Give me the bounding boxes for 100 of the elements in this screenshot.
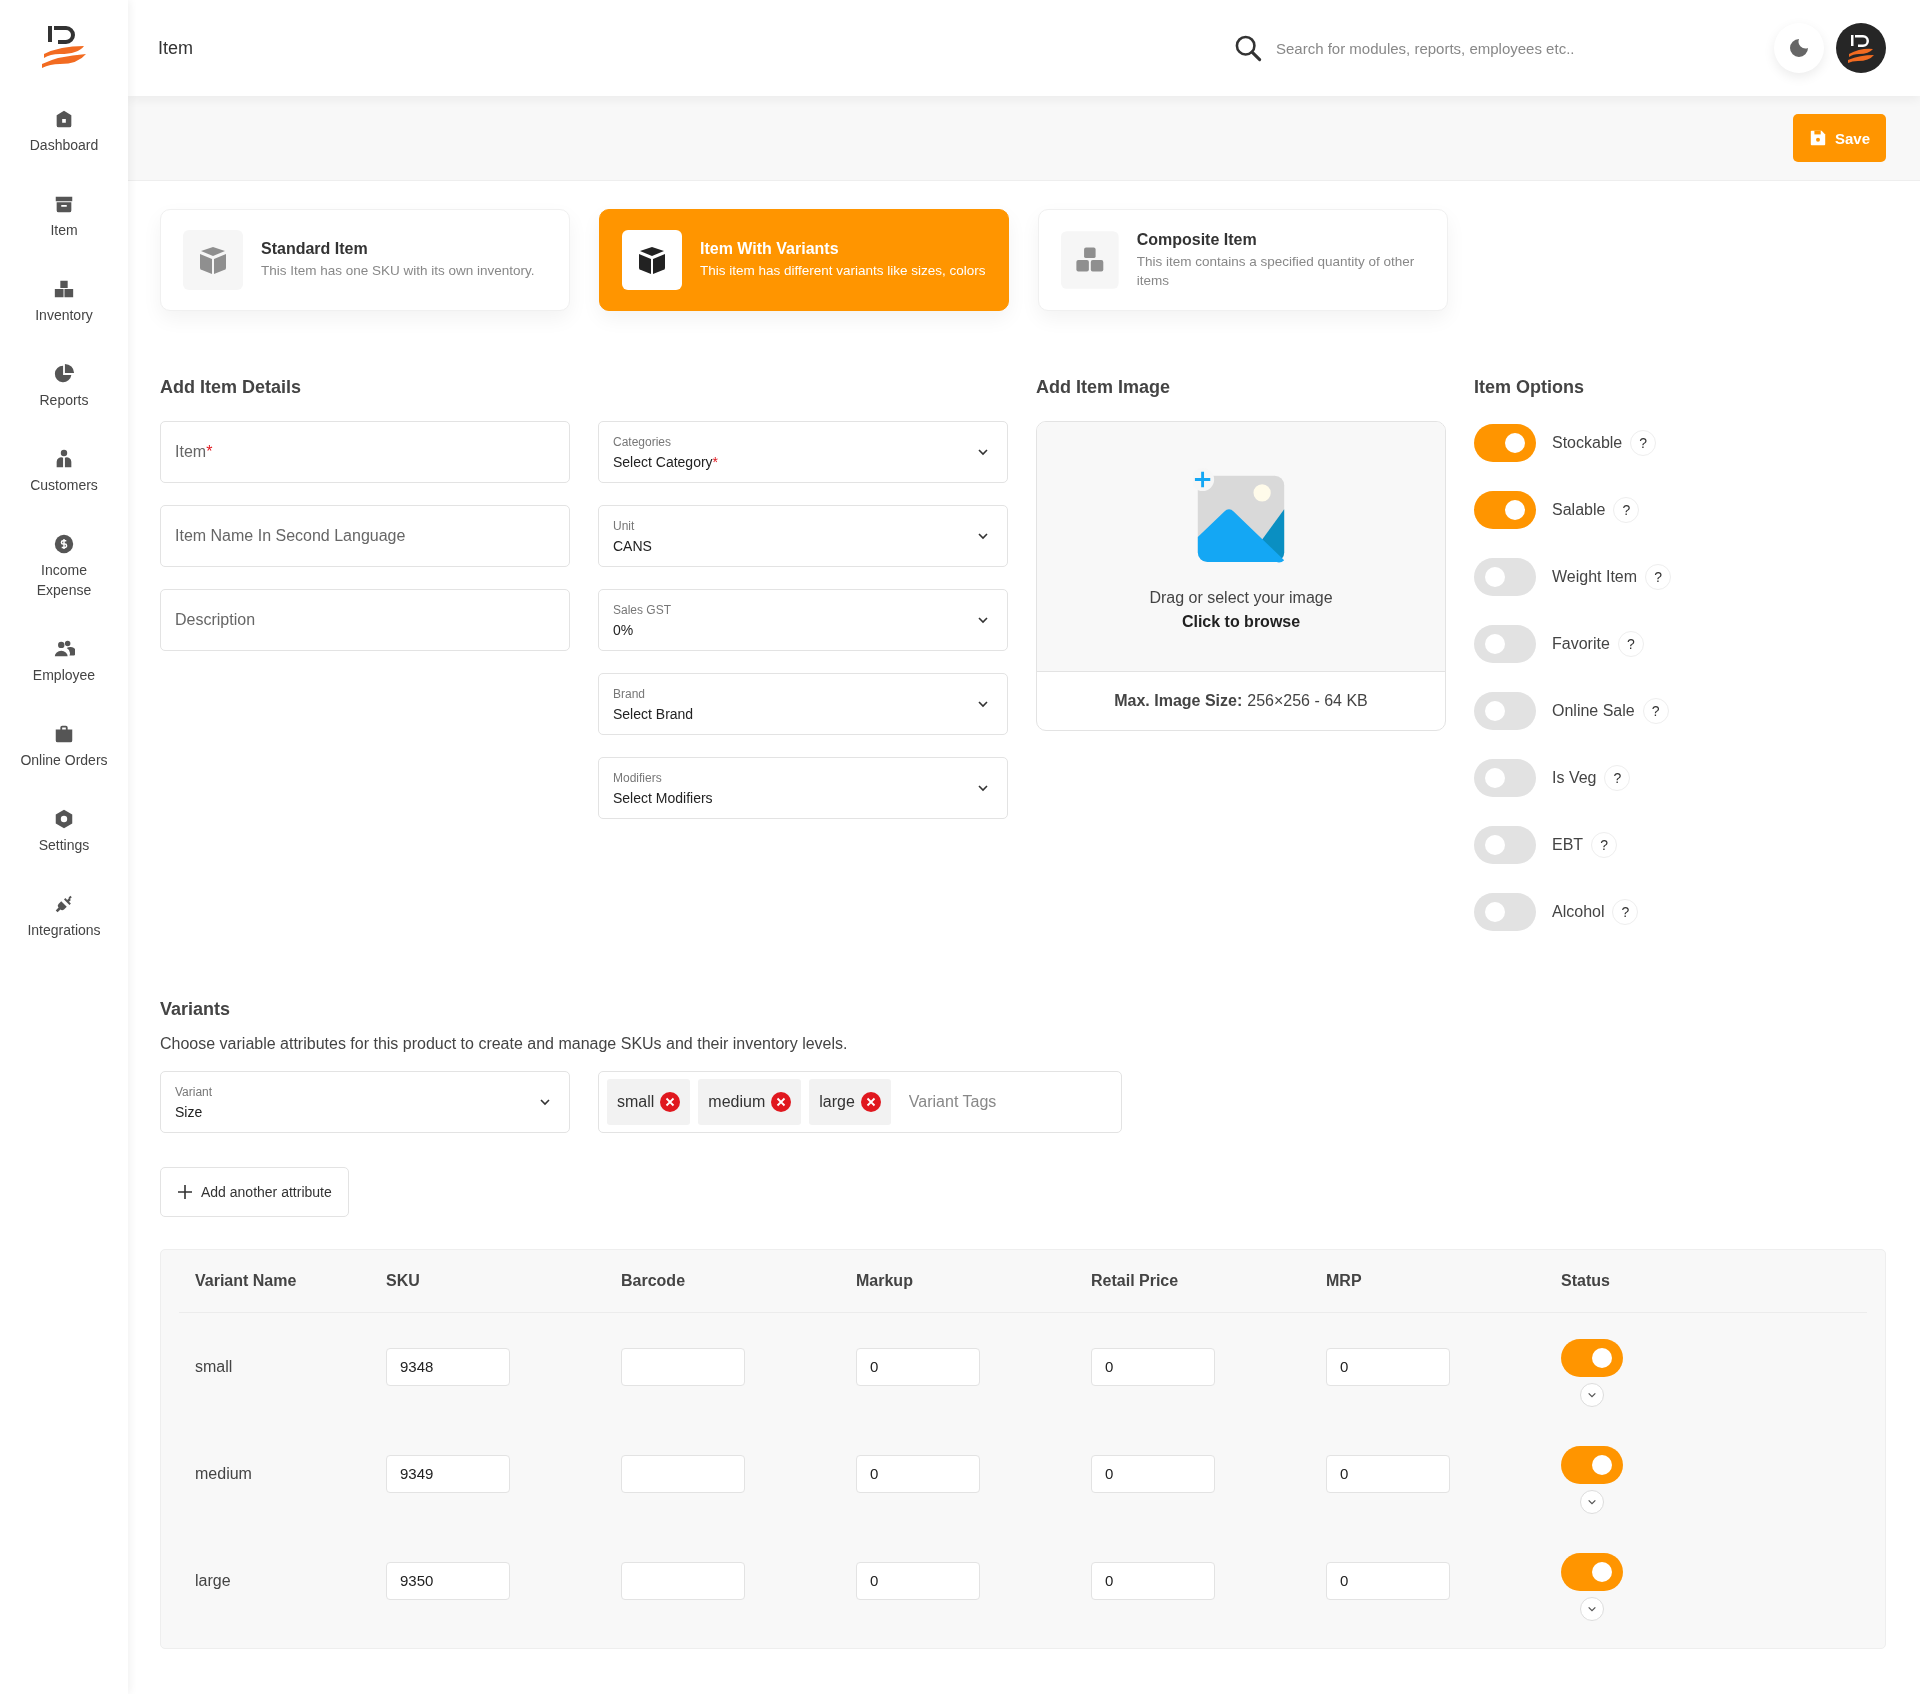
nav-item[interactable]: Income Expense (4, 533, 124, 600)
nav-item[interactable]: Item (4, 193, 124, 240)
tag-input[interactable]: Variant Tags (906, 1092, 1091, 1112)
toggle-switch[interactable] (1474, 424, 1536, 462)
expand-button[interactable] (1580, 1489, 1604, 1514)
avatar-icon[interactable] (1836, 23, 1886, 73)
section-title: Add Item Details (160, 377, 303, 399)
option-label: Salable (1552, 501, 1606, 519)
plus-icon (177, 1184, 193, 1200)
nav-item[interactable]: Dashboard (4, 108, 124, 155)
section-title: Item Options (1474, 377, 1585, 399)
item-type-description: This item has different variants like sizes, colors (700, 262, 986, 280)
barcode-input[interactable] (621, 1561, 745, 1600)
option-label: Is Veg (1552, 769, 1597, 787)
toggle-switch[interactable] (1474, 759, 1536, 797)
remove-icon[interactable] (860, 1092, 881, 1112)
remove-icon[interactable] (660, 1092, 681, 1112)
expand-button[interactable] (1580, 1596, 1604, 1621)
table-cell-text: small (195, 1357, 234, 1376)
section-title: Add Item Image (1036, 377, 1172, 399)
option-label: EBT (1552, 836, 1584, 854)
option-label: Weight Item (1552, 568, 1638, 586)
toggle-switch[interactable] (1474, 558, 1536, 596)
toggle-switch[interactable] (1474, 692, 1536, 730)
sku-input[interactable]: 9350 (386, 1561, 510, 1600)
box-icon (622, 230, 682, 290)
column-header: Status (1561, 1272, 1611, 1290)
retail-price-input[interactable]: 0 (1091, 1454, 1215, 1493)
input-field[interactable]: Item Name In Second Language (160, 505, 570, 567)
nav-item[interactable]: Settings (4, 808, 124, 855)
nav-item[interactable]: Inventory (4, 278, 124, 325)
expand-button[interactable] (1580, 1382, 1604, 1407)
dollar-icon (53, 533, 75, 555)
select-field[interactable]: Unit CANS (598, 505, 1008, 567)
toggle-switch[interactable] (1474, 893, 1536, 931)
nav-item[interactable]: Reports (4, 363, 124, 410)
section-description: Choose variable attributes for this product to create and manage SKUs and their inventory levels. (160, 1035, 849, 1053)
section-title: Variants (160, 999, 232, 1021)
nav-item[interactable]: Employee (4, 638, 124, 685)
input-field[interactable]: Description (160, 589, 570, 651)
sku-input[interactable]: 9349 (386, 1454, 510, 1493)
item-type-card[interactable]: Composite Item This item contains a specified quantity of other items (1038, 209, 1448, 311)
status-toggle[interactable] (1561, 1552, 1623, 1591)
moon-icon (1787, 36, 1811, 60)
select-field[interactable]: Brand Select Brand (598, 673, 1008, 735)
tags-field[interactable]: small medium large Variant Tags (598, 1071, 1122, 1133)
bag-icon (53, 723, 75, 745)
markup-input[interactable]: 0 (856, 1454, 980, 1493)
box-icon (183, 230, 243, 290)
table-cell-text: large (195, 1571, 232, 1590)
input-field[interactable]: Item* (160, 421, 570, 483)
markup-input[interactable]: 0 (856, 1347, 980, 1386)
barcode-input[interactable] (621, 1347, 745, 1386)
table-cell-text: medium (195, 1464, 253, 1483)
select-field[interactable]: Variant Size (160, 1071, 570, 1133)
select-field[interactable]: Modifiers Select Modifiers (598, 757, 1008, 819)
remove-icon[interactable] (771, 1092, 792, 1112)
status-toggle[interactable] (1561, 1445, 1623, 1484)
select-field[interactable]: Sales GST 0% (598, 589, 1008, 651)
nav-item[interactable]: Online Orders (4, 723, 124, 770)
retail-price-input[interactable]: 0 (1091, 1347, 1215, 1386)
chevron-down-icon (977, 698, 989, 710)
search-field[interactable]: Search for modules, reports, employees etc.. (1274, 38, 1758, 58)
toggle-switch[interactable] (1474, 826, 1536, 864)
add-attribute-button[interactable]: Add another attribute (160, 1167, 349, 1217)
mrp-input[interactable]: 0 (1326, 1347, 1450, 1386)
item-type-title: Item With Variants (700, 240, 840, 258)
barcode-input[interactable] (621, 1454, 745, 1493)
tag-chip: small (607, 1079, 691, 1125)
save-icon (1808, 129, 1827, 147)
browse-link[interactable]: Click to browse (1181, 610, 1301, 634)
markup-input[interactable]: 0 (856, 1561, 980, 1600)
item-type-card[interactable]: Standard Item This Item has one SKU with its own inventory. (160, 209, 570, 311)
chevron-down-icon (977, 530, 989, 542)
chevron-down-icon (539, 1096, 551, 1108)
column-header: MRP (1326, 1272, 1363, 1290)
mrp-input[interactable]: 0 (1326, 1454, 1450, 1493)
nav-item[interactable]: Integrations (4, 893, 124, 940)
column-header: SKU (386, 1272, 421, 1290)
retail-price-input[interactable]: 0 (1091, 1561, 1215, 1600)
status-toggle[interactable] (1561, 1338, 1623, 1377)
nav-item[interactable]: Customers (4, 448, 124, 495)
option-label: Favorite (1552, 635, 1610, 653)
logo-icon (40, 24, 88, 68)
image-upload-area[interactable]: Drag or select your image Click to browse Max. Image Size: 256×256 - 64 KB (1036, 421, 1446, 731)
column-header: Barcode (621, 1272, 687, 1290)
option-label: Stockable (1552, 434, 1623, 452)
option-label: Online Sale (1552, 702, 1635, 720)
select-field[interactable]: Categories Select Category* (598, 421, 1008, 483)
boxes-icon (53, 278, 75, 300)
toggle-switch[interactable] (1474, 625, 1536, 663)
option-label: Alcohol (1552, 903, 1605, 921)
mrp-input[interactable]: 0 (1326, 1561, 1450, 1600)
chevron-down-icon (977, 782, 989, 794)
sku-input[interactable]: 9348 (386, 1347, 510, 1386)
item-type-description: This Item has one SKU with its own inventory. (261, 262, 535, 280)
pie-chart-icon (53, 363, 75, 385)
item-type-description: This item contains a specified quantity of other items (1136, 252, 1416, 290)
toggle-switch[interactable] (1474, 491, 1536, 529)
tag-chip: large (809, 1079, 891, 1125)
